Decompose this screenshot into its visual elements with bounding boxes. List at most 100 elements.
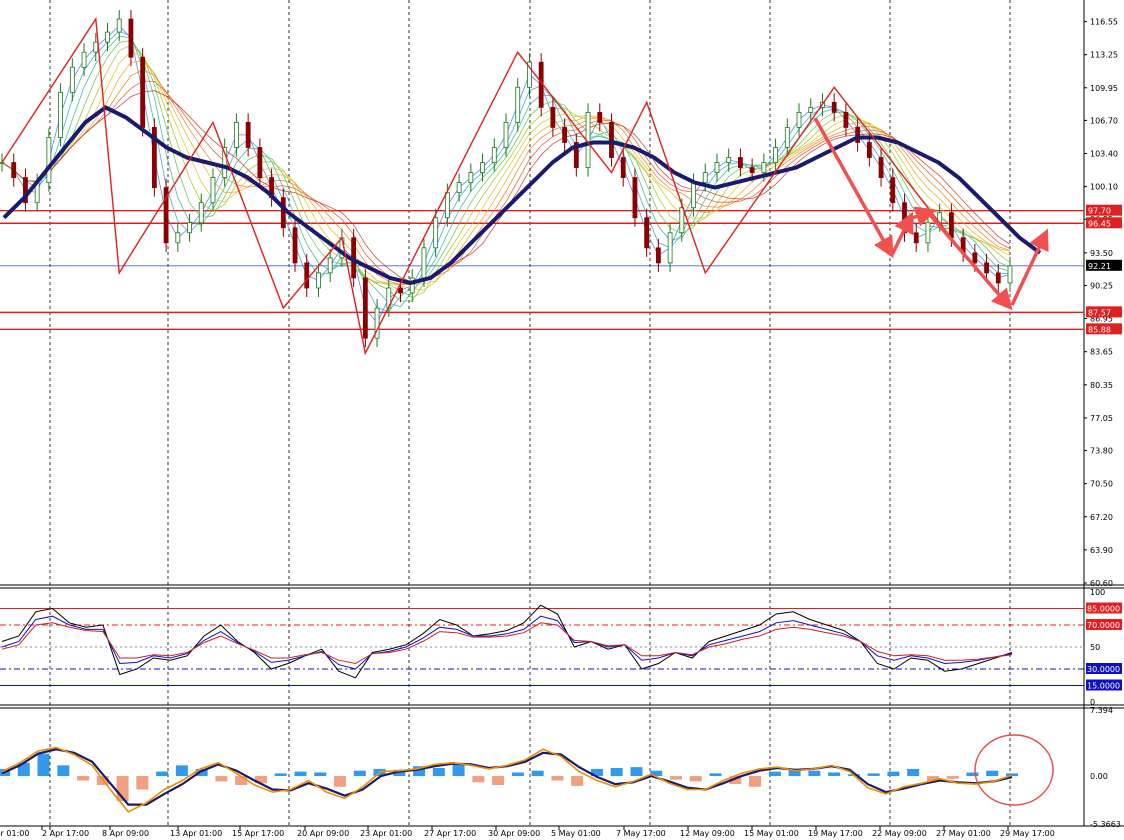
- candle-body: [433, 217, 439, 249]
- macd-histogram-bar: [531, 770, 544, 777]
- time-tick-label: 5 May 01:00: [551, 829, 601, 838]
- osc-tick-label: 50: [1090, 643, 1100, 652]
- price-tick-label: 73.80: [1090, 447, 1113, 456]
- macd-histogram-bar: [986, 770, 999, 777]
- macd-histogram-bar: [887, 771, 900, 777]
- candle-body: [831, 101, 837, 113]
- candle-body: [550, 106, 556, 128]
- candle-body: [444, 192, 450, 219]
- candle-body: [304, 262, 310, 289]
- macd-histogram-bar: [353, 770, 366, 777]
- price-tick-label: 63.90: [1090, 546, 1113, 555]
- candle-body: [234, 122, 239, 148]
- candle-body: [491, 147, 497, 163]
- macd-histogram-bar: [472, 776, 485, 783]
- candle-body: [327, 257, 333, 274]
- candle-body: [749, 167, 755, 173]
- macd-histogram-bar: [175, 765, 188, 777]
- macd-histogram-bar: [689, 776, 702, 782]
- macd-histogram-bar: [215, 776, 228, 782]
- candle-body: [456, 182, 462, 194]
- candle-body: [362, 277, 368, 339]
- candle-body: [128, 18, 134, 58]
- macd-histogram-bar: [37, 753, 50, 777]
- macd-histogram-bar: [235, 776, 248, 785]
- candle-body: [280, 197, 286, 229]
- candle-body: [702, 172, 708, 184]
- macd-histogram-bar: [630, 767, 643, 777]
- macd-histogram-bar: [828, 772, 841, 777]
- candle-body: [210, 177, 216, 204]
- candle-body: [187, 222, 192, 234]
- candle-body: [972, 252, 978, 264]
- candle-body: [913, 232, 919, 244]
- candle-body: [620, 157, 626, 178]
- price-tick-label: 100.10: [1090, 183, 1118, 192]
- price-tick-label: 60.60: [1090, 579, 1113, 588]
- macd-histogram-bar: [136, 776, 149, 790]
- macd-histogram-bar: [432, 768, 445, 777]
- candle-body: [784, 127, 790, 148]
- candle-body: [632, 177, 638, 219]
- macd-histogram-bar: [77, 776, 90, 781]
- macd-histogram-bar: [334, 776, 346, 787]
- osc-level-label: 15.0000: [1087, 682, 1120, 691]
- candle-body: [292, 227, 298, 264]
- candle-body: [667, 232, 673, 264]
- candle-body: [925, 222, 931, 244]
- candle-body: [796, 111, 802, 128]
- candle-body: [515, 86, 521, 123]
- candle-body: [11, 162, 17, 178]
- macd-histogram-bar: [670, 776, 682, 780]
- macd-tick-label: -5.3663: [1090, 820, 1121, 829]
- macd-tick-label: 7.394: [1090, 706, 1113, 715]
- level-label: 87.57: [1088, 308, 1111, 317]
- time-tick-label: Apr 01:00: [0, 829, 29, 838]
- macd-histogram-bar: [808, 770, 821, 777]
- macd-histogram-bar: [946, 776, 959, 779]
- macd-histogram-bar: [571, 776, 584, 786]
- time-tick-label: 15 May 01:00: [744, 829, 799, 838]
- current-price-label: 92.21: [1088, 262, 1111, 271]
- level-label: 97.70: [1088, 207, 1111, 216]
- candle-body: [245, 122, 251, 148]
- macd-histogram-bar: [709, 773, 722, 777]
- candle-body: [198, 202, 204, 224]
- macd-histogram-bar: [867, 773, 880, 777]
- candle-body: [421, 247, 427, 279]
- price-tick-label: 80.35: [1090, 381, 1113, 390]
- candle-body: [726, 157, 732, 163]
- candle-body: [81, 51, 87, 68]
- candle-body: [866, 142, 872, 158]
- candle-body: [1007, 265, 1013, 284]
- time-tick-label: 27 Apr 17:00: [424, 829, 476, 838]
- price-tick-label: 103.40: [1090, 150, 1118, 159]
- time-tick-label: 20 Apr 09:00: [297, 829, 349, 838]
- price-tick-label: 93.50: [1090, 249, 1113, 258]
- candle-body: [140, 56, 146, 128]
- candle-body: [597, 111, 603, 123]
- candle-body: [995, 272, 1001, 284]
- price-tick-label: 109.95: [1090, 84, 1118, 93]
- candle-body: [773, 147, 778, 163]
- macd-histogram-bar: [156, 771, 169, 777]
- osc-level-label: 70.0000: [1087, 621, 1120, 630]
- candle-body: [679, 207, 685, 234]
- candle-body: [175, 232, 181, 244]
- price-tick-label: 106.70: [1090, 116, 1118, 125]
- candle-body: [948, 212, 954, 239]
- candle-body: [691, 182, 696, 209]
- candle-body: [46, 137, 52, 184]
- time-tick-label: 30 Apr 09:00: [488, 829, 540, 838]
- macd-histogram-bar: [551, 776, 564, 781]
- candle-body: [468, 172, 474, 184]
- chart-background: [0, 0, 1124, 840]
- time-tick-label: 19 May 17:00: [808, 829, 863, 838]
- macd-histogram-bar: [907, 768, 920, 777]
- time-tick-label: 7 May 17:00: [616, 829, 666, 838]
- time-tick-label: 8 Apr 09:00: [102, 829, 149, 838]
- time-tick-label: 2 Apr 17:00: [42, 829, 89, 838]
- time-tick-label: 23 Apr 01:00: [360, 829, 412, 838]
- price-tick-label: 77.05: [1090, 414, 1113, 423]
- macd-histogram-bar: [610, 768, 623, 777]
